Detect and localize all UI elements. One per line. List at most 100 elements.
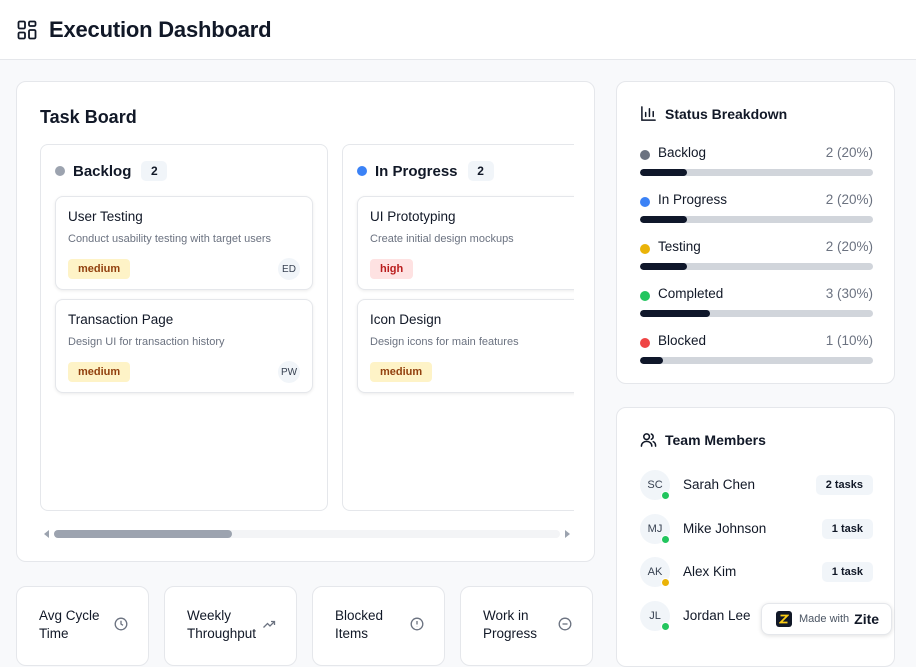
status-progress-bar xyxy=(640,357,873,364)
status-row: Testing 2 (20%) xyxy=(640,239,873,277)
horizontal-scrollbar[interactable] xyxy=(40,528,574,540)
task-board-title: Task Board xyxy=(40,107,137,127)
status-progress-bar xyxy=(640,310,873,317)
status-value: 2 (20%) xyxy=(825,145,873,160)
task-description: Conduct usability testing with target us… xyxy=(68,233,271,245)
metric-card-work-in-progress[interactable]: Work in Progress xyxy=(460,586,593,666)
users-icon xyxy=(640,433,657,447)
status-value: 2 (20%) xyxy=(825,192,873,207)
team-member-row[interactable]: AK Alex Kim 1 task xyxy=(640,557,873,589)
member-name: Mike Johnson xyxy=(683,520,767,536)
section-title: Team Members xyxy=(665,431,766,448)
status-breakdown-header: Status Breakdown xyxy=(640,105,787,122)
status-label: Blocked xyxy=(658,333,707,348)
status-progress-fill xyxy=(640,310,710,317)
priority-badge: medium xyxy=(68,259,131,279)
status-progress-bar xyxy=(640,263,873,270)
column-header: In Progress 2 xyxy=(357,161,494,181)
status-label: Backlog xyxy=(658,145,707,160)
presence-status-dot xyxy=(661,621,670,631)
status-label: Testing xyxy=(658,239,701,254)
assignee-avatar: PW xyxy=(278,361,300,383)
zite-logo-icon xyxy=(776,611,792,627)
bar-chart-icon xyxy=(641,106,656,121)
task-description: Design UI for transaction history xyxy=(68,336,225,348)
status-value: 2 (20%) xyxy=(825,239,873,254)
task-card[interactable]: UI Prototyping Create initial design moc… xyxy=(357,196,574,290)
status-progress-bar xyxy=(640,169,873,176)
task-description: Design icons for main features xyxy=(370,336,519,348)
column-count-badge: 2 xyxy=(467,161,494,181)
status-label: Completed xyxy=(658,286,724,301)
zite-brand-label: Zite xyxy=(854,611,880,627)
status-progress-fill xyxy=(640,216,687,223)
trending-up-icon xyxy=(263,620,276,628)
column-title: In Progress xyxy=(375,162,458,180)
task-title: User Testing xyxy=(68,209,143,224)
column-status-dot xyxy=(357,166,367,176)
status-dot xyxy=(640,244,650,254)
status-dot xyxy=(640,150,650,160)
made-with-label: Made with xyxy=(799,613,850,625)
minus-circle-icon xyxy=(558,617,572,631)
presence-status-dot xyxy=(661,578,670,587)
status-row: Backlog 2 (20%) xyxy=(640,145,873,183)
metric-card-avg-cycle-time[interactable]: Avg Cycle Time xyxy=(16,586,149,666)
status-row: Completed 3 (30%) xyxy=(640,286,873,324)
status-row: In Progress 2 (20%) xyxy=(640,192,873,230)
task-card[interactable]: User Testing Conduct usability testing w… xyxy=(55,196,313,290)
team-member-row[interactable]: MJ Mike Johnson 1 task xyxy=(640,513,873,546)
task-description: Create initial design mockups xyxy=(370,233,514,245)
status-progress-fill xyxy=(640,263,687,270)
task-count-badge: 1 task xyxy=(821,518,873,539)
task-card[interactable]: Icon Design Design icons for main featur… xyxy=(357,299,574,393)
status-progress-bar xyxy=(640,216,873,223)
priority-badge: high xyxy=(370,259,414,279)
status-progress-fill xyxy=(640,357,664,364)
column-backlog: Backlog 2 User Testing Conduct usability… xyxy=(40,144,328,511)
status-dot xyxy=(640,291,650,301)
column-title: Backlog xyxy=(73,162,132,180)
made-with-zite-badge[interactable]: Made with Zite xyxy=(761,603,892,635)
task-card[interactable]: Transaction Page Design UI for transacti… xyxy=(55,299,313,393)
member-name: Jordan Lee xyxy=(683,607,751,623)
status-label: In Progress xyxy=(658,192,728,207)
team-members-header: Team Members xyxy=(640,431,766,448)
status-value: 3 (30%) xyxy=(825,286,873,301)
status-dot xyxy=(640,338,650,348)
column-status-dot xyxy=(55,166,65,176)
status-row: Blocked 1 (10%) xyxy=(640,333,873,371)
task-board: Task Board Backlog 2 User Testing Conduc… xyxy=(16,81,595,562)
metric-label: Avg Cycle Time xyxy=(39,608,100,641)
member-name: Alex Kim xyxy=(683,564,737,579)
task-count-badge: 1 task xyxy=(821,562,873,582)
scroll-left-arrow-icon[interactable] xyxy=(44,530,49,538)
task-title: Transaction Page xyxy=(68,312,174,327)
task-title: Icon Design xyxy=(370,312,442,327)
metric-card-weekly-throughput[interactable]: Weekly Throughput xyxy=(164,586,297,666)
clock-icon xyxy=(114,617,128,631)
scroll-thumb[interactable] xyxy=(54,530,232,538)
section-title: Status Breakdown xyxy=(665,105,788,122)
task-count-badge: 2 tasks xyxy=(815,475,873,495)
scroll-right-arrow-icon[interactable] xyxy=(565,530,570,538)
team-member-row[interactable]: SC Sarah Chen 2 tasks xyxy=(640,470,873,502)
assignee-avatar: ED xyxy=(278,258,300,280)
metric-label: Weekly Throughput xyxy=(187,608,257,641)
priority-badge: medium xyxy=(370,362,433,382)
column-count-badge: 2 xyxy=(141,161,168,181)
metric-label: Blocked Items xyxy=(335,608,384,641)
page-title: Execution Dashboard xyxy=(49,16,272,42)
app-header: Execution Dashboard xyxy=(0,0,916,60)
metric-card-blocked-items[interactable]: Blocked Items xyxy=(312,586,445,666)
status-dot xyxy=(640,197,650,207)
member-name: Sarah Chen xyxy=(683,477,756,492)
alert-circle-icon xyxy=(410,617,424,631)
layout-grid-icon xyxy=(17,20,37,39)
presence-status-dot xyxy=(661,534,670,544)
status-progress-fill xyxy=(640,169,687,176)
column-in-progress: In Progress 2 UI Prototyping Create init… xyxy=(342,144,574,511)
scroll-track[interactable] xyxy=(54,530,560,538)
metric-label: Work in Progress xyxy=(483,608,538,641)
status-breakdown-card: Status Breakdown Backlog 2 (20%) In Progre… xyxy=(616,81,895,384)
